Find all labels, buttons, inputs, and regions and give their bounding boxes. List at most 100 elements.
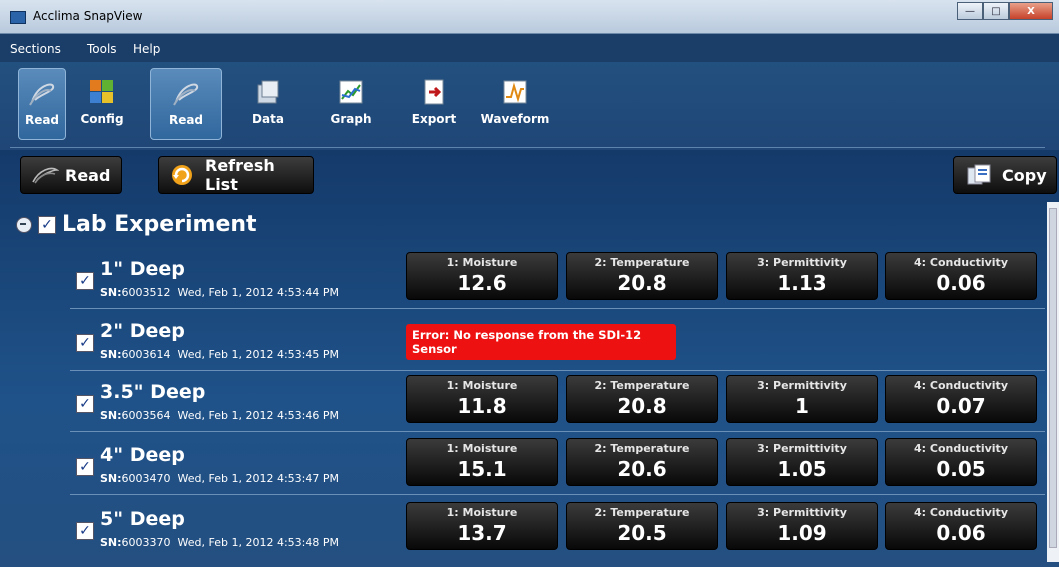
sensor-meta: SN:6003512 Wed, Feb 1, 2012 4:53:44 PM bbox=[100, 286, 339, 299]
reading-label: 1: Moisture bbox=[446, 442, 518, 455]
ribbon-toolbar: Read Config Read Data Graph Export Wavef… bbox=[0, 62, 1059, 150]
timestamp: Wed, Feb 1, 2012 4:53:47 PM bbox=[177, 472, 339, 485]
timestamp: Wed, Feb 1, 2012 4:53:45 PM bbox=[177, 348, 339, 361]
sensor-checkbox[interactable]: ✓ bbox=[76, 395, 94, 413]
ribbon-label: Data bbox=[252, 112, 284, 126]
reading-label: 2: Temperature bbox=[594, 506, 690, 519]
reading-tile: 2: Temperature 20.8 bbox=[566, 252, 718, 300]
sn-label: SN: bbox=[100, 348, 122, 361]
group-checkbox[interactable]: ✓ bbox=[38, 215, 56, 234]
reading-tile: 4: Conductivity 0.05 bbox=[885, 438, 1037, 486]
maximize-button[interactable]: □ bbox=[983, 2, 1009, 20]
ribbon-divider bbox=[10, 147, 1045, 148]
sensor-name: 3.5" Deep bbox=[100, 381, 206, 403]
sensor-checkbox[interactable]: ✓ bbox=[76, 272, 94, 290]
sensor-meta: SN:6003470 Wed, Feb 1, 2012 4:53:47 PM bbox=[100, 472, 339, 485]
menu-help[interactable]: Help bbox=[133, 42, 160, 56]
title-bar: Acclima SnapView — □ X bbox=[0, 0, 1059, 34]
scrollbar-thumb[interactable] bbox=[1049, 208, 1057, 548]
checkmark-icon: ✓ bbox=[41, 216, 53, 233]
collapse-icon[interactable] bbox=[16, 216, 32, 233]
reading-tile: 3: Permittivity 1 bbox=[726, 375, 878, 423]
reading-value: 1.13 bbox=[777, 271, 827, 295]
reading-value: 12.6 bbox=[457, 271, 507, 295]
sensor-checkbox[interactable]: ✓ bbox=[76, 334, 94, 352]
maximize-icon: □ bbox=[991, 5, 1001, 17]
serial-number: 6003564 bbox=[121, 409, 171, 422]
sensor-row: ✓ 5" Deep SN:6003370 Wed, Feb 1, 2012 4:… bbox=[70, 498, 1045, 558]
reading-tile: 2: Temperature 20.5 bbox=[566, 502, 718, 550]
reading-label: 3: Permittivity bbox=[757, 506, 847, 519]
reading-label: 3: Permittivity bbox=[757, 256, 847, 269]
copy-button[interactable]: Copy bbox=[953, 156, 1057, 194]
reading-label: 3: Permittivity bbox=[757, 379, 847, 392]
group-title: Lab Experiment bbox=[62, 212, 257, 237]
timestamp: Wed, Feb 1, 2012 4:53:46 PM bbox=[177, 409, 339, 422]
menu-sections[interactable]: Sections bbox=[10, 42, 61, 56]
export-icon bbox=[418, 76, 450, 108]
sensor-checkbox[interactable]: ✓ bbox=[76, 522, 94, 540]
reading-value: 0.05 bbox=[936, 457, 986, 481]
ribbon-graph-button[interactable]: Graph bbox=[315, 68, 387, 140]
read-button[interactable]: Read bbox=[20, 156, 122, 194]
ribbon-label: Read bbox=[168, 113, 204, 127]
serial-number: 6003470 bbox=[121, 472, 171, 485]
sensor-name: 5" Deep bbox=[100, 508, 185, 530]
reading-label: 3: Permittivity bbox=[757, 442, 847, 455]
menu-tools[interactable]: Tools bbox=[87, 42, 117, 56]
app-icon bbox=[10, 11, 26, 24]
checkmark-icon: ✓ bbox=[79, 459, 91, 475]
reading-value: 0.06 bbox=[936, 271, 986, 295]
sensor-row: ✓ 4" Deep SN:6003470 Wed, Feb 1, 2012 4:… bbox=[70, 434, 1045, 495]
reading-value: 0.07 bbox=[936, 394, 986, 418]
sensor-meta: SN:6003564 Wed, Feb 1, 2012 4:53:46 PM bbox=[100, 409, 339, 422]
ribbon-read-button-partial[interactable]: Read bbox=[18, 68, 66, 140]
sensor-row: ✓ 3.5" Deep SN:6003564 Wed, Feb 1, 2012 … bbox=[70, 371, 1045, 432]
reading-label: 4: Conductivity bbox=[914, 442, 1008, 455]
refresh-list-button[interactable]: Refresh List bbox=[158, 156, 314, 194]
sensor-row: ✓ 2" Deep SN:6003614 Wed, Feb 1, 2012 4:… bbox=[70, 310, 1045, 371]
reading-value: 1.09 bbox=[777, 521, 827, 545]
sn-label: SN: bbox=[100, 286, 122, 299]
minimize-button[interactable]: — bbox=[957, 2, 983, 20]
window-controls: — □ X bbox=[957, 2, 1053, 20]
ribbon-label: Read bbox=[24, 113, 60, 127]
reading-label: 2: Temperature bbox=[594, 256, 690, 269]
reading-tile: 1: Moisture 12.6 bbox=[406, 252, 558, 300]
reading-value: 15.1 bbox=[457, 457, 507, 481]
reading-tile: 2: Temperature 20.8 bbox=[566, 375, 718, 423]
ribbon-label: Config bbox=[80, 112, 124, 126]
ribbon-data-button[interactable]: Data bbox=[232, 68, 304, 140]
ribbon-label: Waveform bbox=[480, 112, 550, 126]
close-button[interactable]: X bbox=[1009, 2, 1053, 20]
read-icon bbox=[170, 77, 202, 109]
data-icon bbox=[252, 76, 284, 108]
group-header: ✓ Lab Experiment bbox=[16, 212, 257, 237]
reading-label: 4: Conductivity bbox=[914, 256, 1008, 269]
reading-tile: 1: Moisture 13.7 bbox=[406, 502, 558, 550]
sensor-checkbox[interactable]: ✓ bbox=[76, 458, 94, 476]
ribbon-label: Graph bbox=[330, 112, 372, 126]
reading-value: 11.8 bbox=[457, 394, 507, 418]
read-icon bbox=[31, 166, 59, 184]
waveform-icon bbox=[499, 76, 531, 108]
reading-tile: 2: Temperature 20.6 bbox=[566, 438, 718, 486]
read-button-label: Read bbox=[65, 165, 111, 185]
timestamp: Wed, Feb 1, 2012 4:53:44 PM bbox=[177, 286, 339, 299]
ribbon-waveform-button[interactable]: Waveform bbox=[478, 68, 552, 140]
copy-button-label: Copy bbox=[1002, 165, 1047, 185]
ribbon-config-button[interactable]: Config bbox=[66, 68, 138, 140]
sensor-name: 1" Deep bbox=[100, 258, 185, 280]
reading-tile: 3: Permittivity 1.05 bbox=[726, 438, 878, 486]
vertical-scrollbar[interactable] bbox=[1047, 202, 1059, 562]
sensor-meta: SN:6003614 Wed, Feb 1, 2012 4:53:45 PM bbox=[100, 348, 339, 361]
reading-value: 1 bbox=[795, 394, 809, 418]
reading-label: 4: Conductivity bbox=[914, 379, 1008, 392]
sensor-name: 4" Deep bbox=[100, 444, 185, 466]
ribbon-read-button[interactable]: Read bbox=[150, 68, 222, 140]
sensor-row: ✓ 1" Deep SN:6003512 Wed, Feb 1, 2012 4:… bbox=[70, 248, 1045, 309]
read-icon bbox=[26, 77, 58, 109]
main-panel: Read Refresh List Copy ✓ Lab Experiment … bbox=[0, 150, 1059, 567]
reading-label: 2: Temperature bbox=[594, 442, 690, 455]
ribbon-export-button[interactable]: Export bbox=[398, 68, 470, 140]
